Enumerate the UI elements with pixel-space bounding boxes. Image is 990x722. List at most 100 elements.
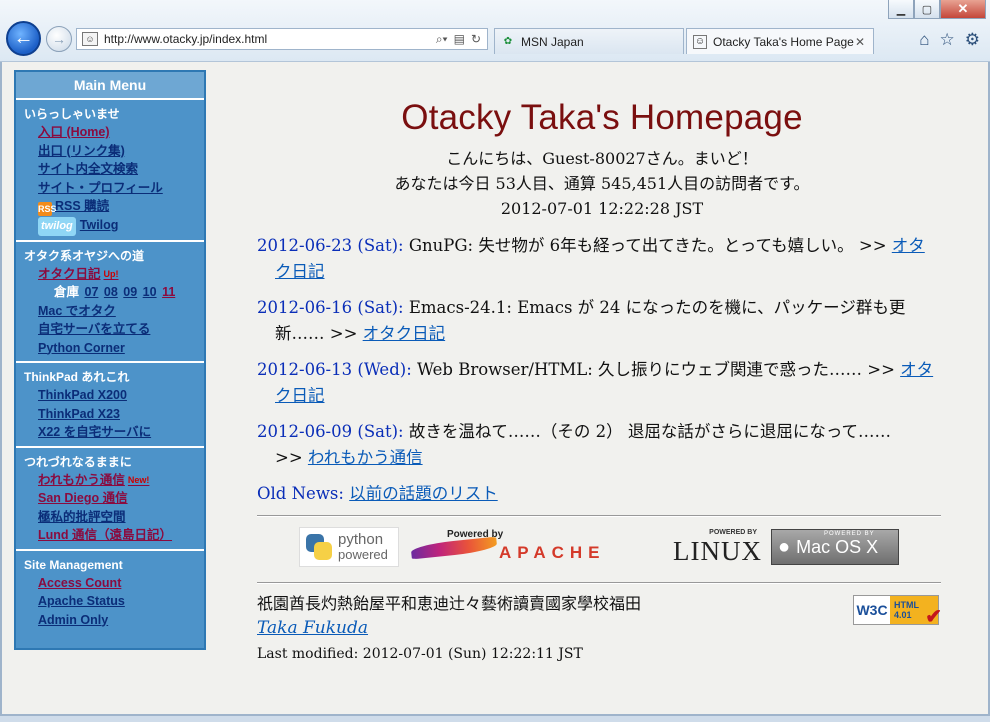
site-favicon-icon: ☺ [693,34,707,49]
menu-item-rss[interactable]: RSSRSS 購読 [24,197,204,216]
archive-09[interactable]: 09 [123,285,137,299]
menu-section-otaku: オタク系オヤジへの道 オタク日記 Up! 倉庫 07 08 09 10 11 Ma… [16,242,204,363]
powered-badges: python powered Powered by APACHE POWERED… [257,516,941,578]
divider [257,582,941,583]
section-heading: いらっしゃいませ [24,107,120,121]
section-heading: Site Management [24,557,123,572]
favorites-star-icon[interactable]: ☆ [940,30,955,50]
menu-item-home-server[interactable]: 自宅サーバを立てる [24,320,204,339]
apache-powered-badge[interactable]: Powered by APACHE [410,527,659,567]
site-favicon-icon: ☺ [82,32,98,46]
python-powered-badge[interactable]: python powered [299,527,399,567]
menu-item-search[interactable]: サイト内全文検索 [24,160,204,179]
linux-powered-badge[interactable]: POWERED BY LINUX [671,527,761,567]
up-badge: Up! [103,268,119,279]
news-date: 2012-06-16 (Sat): [257,298,404,317]
menu-item-profile[interactable]: サイト・プロフィール [24,179,204,198]
menu-section-thinkpad: ThinkPad あれこれ ThinkPad X200 ThinkPad X23… [16,363,204,448]
arrow-left-icon: ← [13,27,34,49]
address-bar[interactable]: ☺ http://www.otacky.jp/index.html ⌕▾ ▤ ↻ [76,28,488,50]
archive-08[interactable]: 08 [104,285,118,299]
archive-07[interactable]: 07 [85,285,99,299]
w3c-html-badge[interactable]: W3C HTML 4.01 ✔ [853,595,942,628]
section-heading: オタク系オヤジへの道 [24,248,145,263]
browser-chrome: ▁ ▢ ✕ ← → ☺ http://www.otacky.jp/index.h… [0,0,990,62]
menu-item-admin-only[interactable]: Admin Only [24,611,204,630]
archive-links: 倉庫 07 08 09 10 11 [54,285,176,299]
menu-item-x22[interactable]: X22 を自宅サーバに [24,423,204,442]
footer: 祇園酋長灼熱飴屋平和恵迪辻々藝術讀賣國家學校福田 Taka Fukuda Las… [257,593,942,677]
maximize-button[interactable]: ▢ [914,0,940,19]
news-date: 2012-06-09 (Sat): [257,422,404,441]
menu-item-san-diego[interactable]: San Diego 通信 [24,489,204,508]
news-item: 2012-06-13 (Wed): Web Browser/HTML: 久し振り… [257,360,934,405]
news-date: 2012-06-13 (Wed): [257,360,412,379]
page-viewport: Main Menu いらっしゃいませ 入口 (Home) 出口 (リンク集) サ… [0,62,990,716]
home-icon[interactable]: ⌂ [919,30,929,50]
greeting-line: こんにちは、Guest-80027さん。まいど！ [446,149,758,168]
news-item: 2012-06-09 (Sat): 故きを温ねて……（その 2） 退屈な話がさら… [257,422,892,467]
page-title: Otacky Taka's Homepage [401,98,803,137]
footer-kanji: 祇園酋長灼熱飴屋平和恵迪辻々藝術讀賣國家學校福田 [257,594,642,613]
menu-item-lund[interactable]: Lund 通信（遠島日記） [24,526,204,545]
greeting: こんにちは、Guest-80027さん。まいど！ あなたは今日 53人目、通算 … [257,146,947,221]
news-list: 2012-06-23 (Sat): GnuPG: 失せ物が 6年も経って出てきた… [257,233,947,507]
back-button[interactable]: ← [6,21,41,56]
new-badge: New! [127,474,150,485]
menu-item-x200[interactable]: ThinkPad X200 [24,386,204,405]
msn-butterfly-icon: ✿ [503,36,513,47]
menu-item-critique[interactable]: 極私的批評空間 [24,508,204,527]
gear-icon[interactable]: ⚙ [965,30,980,50]
python-logo-icon [304,532,334,562]
menu-section-essays: つれづれなるままに われもかう通信 New! San Diego 通信 極私的批評… [16,448,204,551]
tab-msn-japan[interactable]: ✿ MSN Japan [494,28,684,54]
menu-item-apache-status[interactable]: Apache Status [24,592,204,611]
refresh-icon[interactable]: ↻ [471,32,481,47]
checkmark-icon: ✔ [925,606,942,628]
apple-logo-icon: ● [778,535,791,558]
menu-item-access-count[interactable]: Access Count [24,574,204,593]
current-time: 2012-07-01 12:22:28 JST [500,199,704,218]
minimize-button[interactable]: ▁ [888,0,914,19]
menu-title: Main Menu [16,72,204,100]
macosx-powered-badge[interactable]: POWERED BY ● Mac OS X [771,529,899,565]
menu-item-links[interactable]: 出口 (リンク集) [24,142,204,161]
section-heading: つれづれなるままに [24,454,132,469]
last-modified: Last modified: 2012-07-01 (Sun) 12:22:11… [257,646,583,662]
address-url[interactable]: http://www.otacky.jp/index.html [104,32,436,46]
menu-item-python[interactable]: Python Corner [24,339,204,358]
news-item: 2012-06-23 (Sat): GnuPG: 失せ物が 6年も経って出てきた… [257,236,925,281]
main-menu: Main Menu いらっしゃいませ 入口 (Home) 出口 (リンク集) サ… [14,70,206,650]
archive-10[interactable]: 10 [143,285,157,299]
main-content: Otacky Taka's Homepage こんにちは、Guest-80027… [257,62,947,677]
old-news: Old News: 以前の話題のリスト [257,484,498,503]
forward-button[interactable]: → [46,26,72,52]
menu-item-twilog[interactable]: twilog Twilog [24,216,204,236]
tab-close-icon[interactable]: ✕ [855,35,865,49]
menu-section-welcome: いらっしゃいませ 入口 (Home) 出口 (リンク集) サイト内全文検索 サイ… [16,100,204,242]
tab-otacky[interactable]: ☺ Otacky Taka's Home Page ✕ [686,28,874,54]
search-icon[interactable]: ⌕▾ [436,32,448,47]
menu-section-site-management: Site Management Access Count Apache Stat… [16,551,204,634]
menu-item-mac[interactable]: Mac でオタク [24,302,204,321]
arrow-right-icon: → [52,31,66,47]
author-name: Taka Fukuda [257,615,941,641]
menu-item-waremokou[interactable]: われもかう通信 New! [24,471,204,490]
rss-icon: RSS [38,202,57,216]
menu-item-home[interactable]: 入口 (Home) [24,123,204,142]
old-news-link[interactable]: 以前の話題のリスト [349,484,498,503]
window-controls: ▁ ▢ ✕ [888,0,986,19]
news-item: 2012-06-16 (Sat): Emacs-24.1: Emacs が 24… [257,298,906,343]
news-link[interactable]: われもかう通信 [308,448,423,467]
section-heading: ThinkPad あれこれ [24,370,130,384]
menu-item-x23[interactable]: ThinkPad X23 [24,405,204,424]
window-bottom-border [0,716,990,722]
twilog-logo-icon: twilog [38,217,76,236]
close-button[interactable]: ✕ [940,0,986,19]
menu-item-otaku-diary[interactable]: オタク日記 Up! [24,265,204,284]
compat-view-icon[interactable]: ▤ [454,32,465,47]
archive-11[interactable]: 11 [162,285,175,299]
news-date: 2012-06-23 (Sat): [257,236,404,255]
author-link[interactable]: Taka Fukuda [257,618,368,638]
news-link[interactable]: オタク日記 [363,324,446,343]
